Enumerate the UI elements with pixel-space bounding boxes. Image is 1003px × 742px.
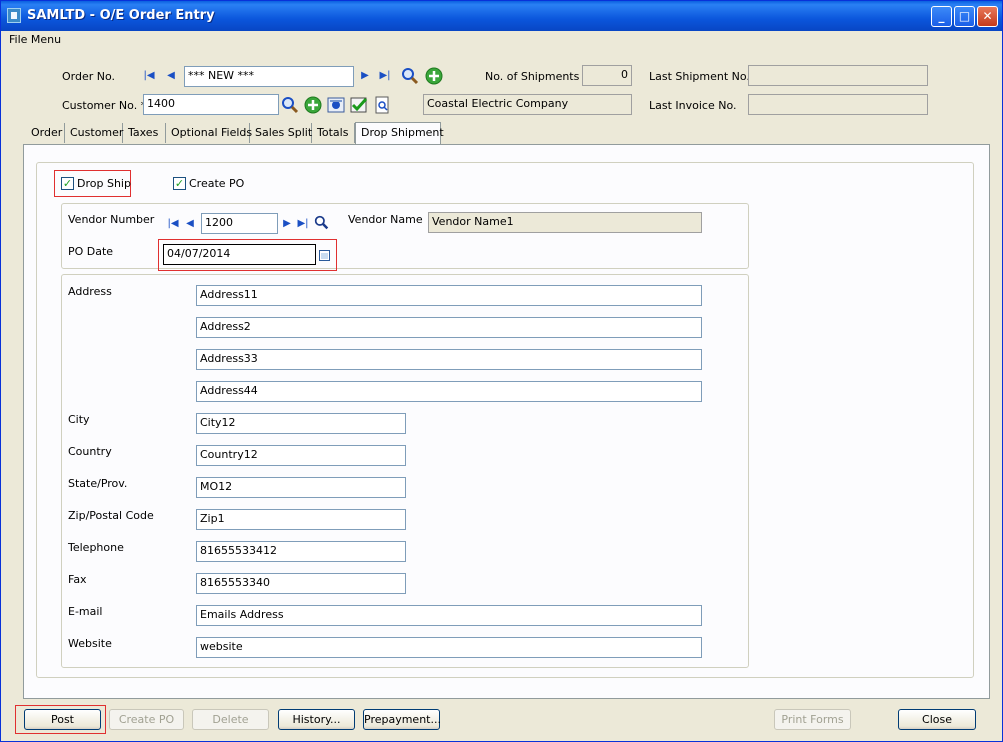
email-input[interactable]: Emails Address (196, 605, 702, 626)
prepayment-button[interactable]: Prepayment... (363, 709, 441, 730)
po-date-label: PO Date (68, 245, 114, 258)
create-po-checkbox[interactable]: ✓ (173, 177, 186, 190)
address-line-4-input[interactable]: Address44 (196, 381, 702, 402)
title-bar[interactable]: SAMLTD - O/E Order Entry _ □ ✕ (1, 1, 1002, 31)
country-input[interactable]: Country12 (196, 445, 406, 466)
tab-totals-label: Totals (317, 126, 349, 139)
order-no-label: Order No. (62, 70, 116, 83)
finder-icon[interactable] (401, 67, 419, 85)
create-po-label: Create PO (189, 177, 245, 190)
tab-customer[interactable]: Customer (65, 123, 123, 143)
last-shipment-label: Last Shipment No. (649, 70, 750, 83)
address-line-2-input[interactable]: Address2 (196, 317, 702, 338)
last-invoice-value (748, 94, 928, 115)
vendor-previous-icon[interactable]: ◀ (184, 217, 196, 231)
drop-ship-label: Drop Ship (77, 177, 131, 190)
minimize-button[interactable]: _ (931, 6, 952, 27)
vendor-next-icon[interactable]: ▶ (281, 217, 293, 231)
zip-label: Zip/Postal Code (68, 509, 154, 522)
check-credit-icon[interactable] (350, 96, 368, 114)
file-menu[interactable]: File Menu (9, 33, 61, 46)
preview-icon[interactable] (373, 96, 391, 114)
app-icon (7, 8, 21, 23)
previous-record-icon[interactable]: ◀ (165, 69, 177, 83)
vendor-last-icon[interactable]: ▶| (297, 217, 309, 231)
order-no-input[interactable]: *** NEW *** (184, 66, 354, 87)
delete-button[interactable]: Delete (192, 709, 269, 730)
vendor-number-label: Vendor Number (68, 213, 155, 226)
tab-taxes[interactable]: Taxes (123, 123, 166, 143)
tab-order-label: Order (31, 126, 63, 139)
shipments-value: 0 (582, 65, 632, 86)
drop-ship-checkbox[interactable]: ✓ (61, 177, 74, 190)
customer-finder-icon[interactable] (281, 96, 299, 114)
fax-label: Fax (68, 573, 87, 586)
tab-optional-fields[interactable]: Optional Fields (166, 123, 253, 143)
tab-optional-fields-label: Optional Fields (171, 126, 253, 139)
minimize-icon: _ (938, 9, 945, 23)
next-record-icon[interactable]: ▶ (359, 69, 371, 83)
first-record-icon[interactable]: |◀ (143, 69, 155, 83)
city-input[interactable]: City12 (196, 413, 406, 434)
customer-no-label: Customer No. * (62, 99, 147, 112)
last-record-icon[interactable]: ▶| (379, 69, 391, 83)
tab-sales-split-label: Sales Split (255, 126, 313, 139)
email-label: E-mail (68, 605, 103, 618)
country-label: Country (68, 445, 112, 458)
telephone-input[interactable]: 81655533412 (196, 541, 406, 562)
close-button[interactable]: Close (898, 709, 976, 730)
vendor-finder-icon[interactable] (314, 215, 329, 230)
window-title: SAMLTD - O/E Order Entry (27, 8, 215, 23)
tab-order[interactable]: Order (26, 123, 65, 143)
address-line-1-input[interactable]: Address11 (196, 285, 702, 306)
tab-drop-shipment-label: Drop Shipment (361, 126, 444, 139)
telephone-label: Telephone (68, 541, 124, 554)
print-forms-button[interactable]: Print Forms (774, 709, 851, 730)
city-label: City (68, 413, 90, 426)
tab-sales-split[interactable]: Sales Split (250, 123, 312, 143)
vendor-name-value: Vendor Name1 (428, 212, 702, 233)
po-date-input[interactable]: 04/07/2014 (163, 244, 316, 265)
customer-no-input[interactable]: 1400 (143, 94, 279, 115)
website-input[interactable]: website (196, 637, 702, 658)
new-order-icon[interactable] (425, 67, 443, 85)
close-icon: ✕ (982, 9, 993, 23)
fax-input[interactable]: 8165553340 (196, 573, 406, 594)
shipments-label: No. of Shipments (485, 70, 580, 83)
history-button[interactable]: History... (278, 709, 355, 730)
last-invoice-label: Last Invoice No. (649, 99, 737, 112)
last-shipment-value (748, 65, 928, 86)
zip-input[interactable]: Zip1 (196, 509, 406, 530)
tab-totals[interactable]: Totals (312, 123, 355, 143)
tab-drop-shipment[interactable]: Drop Shipment (355, 122, 444, 144)
order-entry-window: SAMLTD - O/E Order Entry _ □ ✕ File Menu… (0, 0, 1003, 742)
customer-name: Coastal Electric Company (423, 94, 632, 115)
state-label: State/Prov. (68, 477, 128, 490)
vendor-first-icon[interactable]: |◀ (167, 217, 179, 231)
vendor-name-label: Vendor Name (348, 213, 423, 226)
address-line-3-input[interactable]: Address33 (196, 349, 702, 370)
customer-info-icon[interactable] (327, 96, 345, 114)
maximize-button[interactable]: □ (954, 6, 975, 27)
state-input[interactable]: MO12 (196, 477, 406, 498)
maximize-icon: □ (958, 9, 971, 23)
website-label: Website (68, 637, 112, 650)
tab-customer-label: Customer (70, 126, 124, 139)
tab-taxes-label: Taxes (128, 126, 159, 139)
calendar-icon[interactable] (319, 250, 330, 261)
create-po-button[interactable]: Create PO (109, 709, 184, 730)
close-window-button[interactable]: ✕ (977, 6, 998, 27)
post-button[interactable]: Post (24, 709, 101, 730)
address-label: Address (68, 285, 112, 298)
vendor-number-input[interactable]: 1200 (201, 213, 278, 234)
new-customer-icon[interactable] (304, 96, 322, 114)
menu-bar: File Menu (1, 31, 1002, 50)
